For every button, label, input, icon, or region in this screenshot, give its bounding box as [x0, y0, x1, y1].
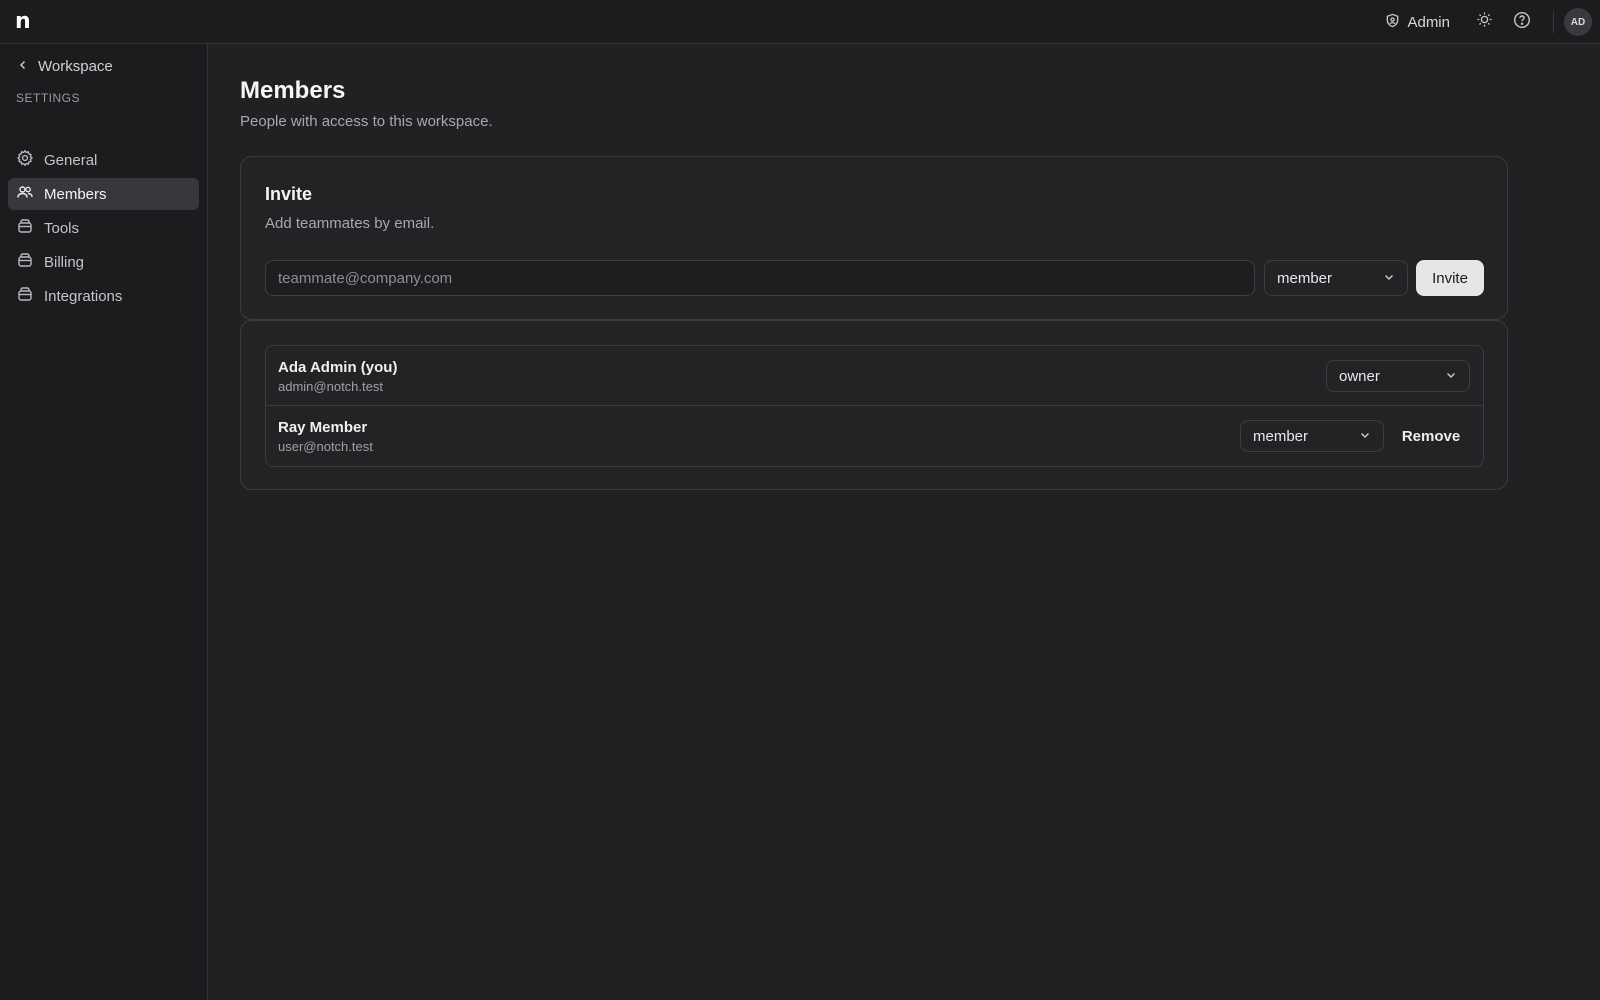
chevron-down-icon	[1359, 428, 1371, 445]
invite-subtitle: Add teammates by email.	[265, 215, 435, 232]
members-card: Ada Admin (you) admin@notch.test owner R…	[240, 320, 1508, 490]
member-role-select[interactable]: owner	[1326, 360, 1470, 392]
admin-badge[interactable]: Admin	[1385, 13, 1450, 32]
top-bar-actions: Admin AD	[1385, 0, 1600, 44]
box-icon	[16, 251, 34, 273]
member-list: Ada Admin (you) admin@notch.test owner R…	[265, 345, 1484, 467]
box-icon	[16, 217, 34, 239]
invite-role-select[interactable]: member	[1264, 260, 1408, 296]
sidebar-item-label: Tools	[44, 219, 80, 237]
shield-user-icon	[1385, 13, 1400, 32]
member-name: Ray Member	[278, 419, 368, 436]
member-name: Ada Admin (you)	[278, 359, 398, 376]
settings-nav: General Members Tools Billing Integratio…	[8, 144, 199, 314]
theme-toggle-button[interactable]	[1473, 11, 1495, 33]
help-button[interactable]	[1511, 11, 1533, 33]
page-title: Members	[240, 77, 346, 104]
remove-member-button[interactable]: Remove	[1392, 420, 1470, 452]
select-value: member	[1253, 427, 1309, 445]
sidebar-item-billing[interactable]: Billing	[8, 246, 199, 278]
sun-icon	[1476, 11, 1493, 33]
member-email: admin@notch.test	[278, 379, 383, 394]
users-icon	[16, 183, 34, 205]
select-value: owner	[1339, 367, 1380, 385]
sidebar-item-label: Billing	[44, 253, 85, 271]
sidebar-item-label: Integrations	[44, 287, 123, 305]
sidebar-item-members[interactable]: Members	[8, 178, 199, 210]
sidebar-item-label: General	[44, 151, 98, 169]
user-avatar[interactable]: AD	[1564, 8, 1592, 36]
invite-button[interactable]: Invite	[1416, 260, 1484, 296]
back-to-workspace-link[interactable]: Workspace	[17, 58, 113, 75]
invite-card: Invite Add teammates by email. member In…	[240, 156, 1508, 320]
sidebar-item-label: Members	[44, 185, 107, 203]
member-role-select[interactable]: member	[1240, 420, 1384, 452]
chevron-down-icon	[1445, 368, 1457, 385]
sidebar: Workspace SETTINGS General Members Tools…	[0, 44, 208, 1000]
member-row: Ray Member user@notch.test member Remove	[266, 406, 1483, 466]
sidebar-item-general[interactable]: General	[8, 144, 199, 176]
gear-icon	[16, 149, 34, 171]
top-bar: n Admin AD	[0, 0, 1600, 44]
member-row: Ada Admin (you) admin@notch.test owner	[266, 346, 1483, 406]
sidebar-item-integrations[interactable]: Integrations	[8, 280, 199, 312]
chevron-left-icon	[17, 58, 29, 75]
role-label: Admin	[1407, 13, 1450, 31]
back-link-label: Workspace	[38, 58, 113, 75]
box-icon	[16, 285, 34, 307]
app-logo[interactable]: n	[15, 9, 31, 34]
divider	[1553, 11, 1554, 33]
help-circle-icon	[1513, 11, 1531, 34]
select-value: member	[1277, 269, 1333, 287]
page-subtitle: People with access to this workspace.	[240, 113, 493, 130]
invite-title: Invite	[265, 184, 313, 204]
invite-email-input[interactable]	[265, 260, 1255, 296]
chevron-down-icon	[1383, 270, 1395, 287]
member-email: user@notch.test	[278, 439, 373, 454]
settings-section-label: SETTINGS	[16, 91, 81, 105]
sidebar-item-tools[interactable]: Tools	[8, 212, 199, 244]
